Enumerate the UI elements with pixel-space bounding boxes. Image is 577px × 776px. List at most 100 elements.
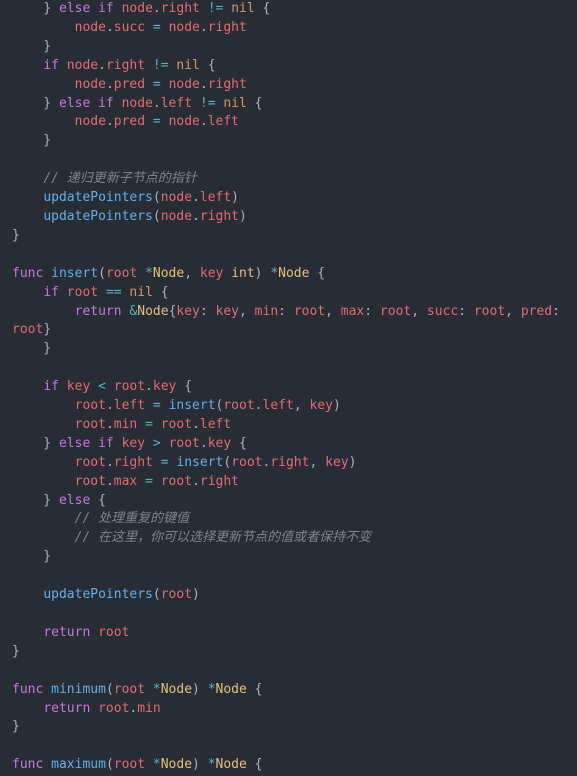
token-v: root bbox=[114, 379, 145, 394]
token-p bbox=[145, 682, 153, 697]
token-p bbox=[200, 1, 208, 16]
token-p bbox=[161, 436, 169, 451]
token-p bbox=[90, 625, 98, 640]
token-v: root bbox=[223, 398, 254, 413]
token-p: . bbox=[192, 209, 200, 224]
token-v: succ bbox=[427, 304, 458, 319]
token-p: . bbox=[98, 58, 106, 73]
token-v: key bbox=[153, 379, 176, 394]
token-v: root bbox=[474, 304, 505, 319]
token-p bbox=[90, 1, 98, 16]
token-v: root bbox=[114, 757, 145, 772]
token-p bbox=[145, 757, 153, 772]
token-nl: nil bbox=[223, 96, 246, 111]
token-p: ( bbox=[153, 587, 161, 602]
token-p bbox=[12, 209, 43, 224]
token-v: node bbox=[169, 77, 200, 92]
token-p bbox=[161, 20, 169, 35]
token-p: } bbox=[12, 549, 51, 564]
token-p bbox=[90, 701, 98, 716]
token-p: . bbox=[106, 114, 114, 129]
token-fn: maximum bbox=[51, 757, 106, 772]
token-p: . bbox=[153, 1, 161, 16]
token-p bbox=[192, 96, 200, 111]
token-p: . bbox=[153, 96, 161, 111]
token-p: ) bbox=[192, 587, 200, 602]
token-p bbox=[59, 379, 67, 394]
token-p: , bbox=[184, 266, 200, 281]
token-p bbox=[114, 436, 122, 451]
token-p bbox=[153, 455, 161, 470]
token-k: return bbox=[75, 304, 122, 319]
token-t: Node bbox=[137, 304, 168, 319]
token-p bbox=[90, 436, 98, 451]
token-v: root bbox=[98, 625, 129, 640]
token-v: key bbox=[122, 436, 145, 451]
token-p bbox=[145, 20, 153, 35]
token-p: : bbox=[458, 304, 474, 319]
token-p: , bbox=[294, 398, 310, 413]
token-op: * bbox=[208, 757, 216, 772]
token-v: succ bbox=[114, 20, 145, 35]
token-k: func bbox=[12, 682, 43, 697]
token-v: node bbox=[75, 20, 106, 35]
token-op: * bbox=[153, 682, 161, 697]
token-p bbox=[43, 682, 51, 697]
token-p bbox=[161, 114, 169, 129]
token-op: = bbox=[153, 77, 161, 92]
token-p: ) bbox=[333, 398, 341, 413]
token-t: Node bbox=[216, 682, 247, 697]
token-v: root bbox=[106, 266, 137, 281]
token-p bbox=[223, 266, 231, 281]
token-k: else bbox=[59, 436, 90, 451]
token-k: func bbox=[12, 266, 43, 281]
token-k: if bbox=[98, 96, 114, 111]
token-p bbox=[114, 1, 122, 16]
token-p bbox=[90, 96, 98, 111]
token-p: { bbox=[176, 379, 192, 394]
token-p: ) bbox=[349, 455, 357, 470]
token-v: pred bbox=[114, 77, 145, 92]
token-op: = bbox=[153, 20, 161, 35]
token-v: root bbox=[75, 455, 106, 470]
token-t: Node bbox=[153, 266, 184, 281]
token-t: Node bbox=[161, 757, 192, 772]
token-v: root bbox=[161, 474, 192, 489]
token-v: node bbox=[161, 190, 192, 205]
token-p bbox=[12, 1, 43, 16]
token-p: . bbox=[106, 455, 114, 470]
token-p bbox=[12, 625, 43, 640]
token-t: Node bbox=[161, 682, 192, 697]
token-v: node bbox=[75, 114, 106, 129]
code-editor[interactable]: } else if node.right != nil { node.succ … bbox=[0, 0, 577, 775]
token-k: else bbox=[59, 1, 90, 16]
token-p: } bbox=[12, 39, 51, 54]
token-p: { bbox=[231, 436, 247, 451]
token-p: , bbox=[239, 304, 255, 319]
token-v: node bbox=[169, 20, 200, 35]
token-p: } bbox=[12, 644, 20, 659]
token-t: Node bbox=[278, 266, 309, 281]
token-p: . bbox=[200, 114, 208, 129]
token-v: root bbox=[114, 682, 145, 697]
token-p bbox=[161, 77, 169, 92]
token-p bbox=[12, 304, 75, 319]
token-op: = bbox=[145, 417, 153, 432]
token-p: } bbox=[12, 341, 51, 356]
token-p: } bbox=[12, 719, 20, 734]
token-p bbox=[12, 285, 43, 300]
token-p: , bbox=[309, 455, 325, 470]
token-p: ( bbox=[106, 682, 114, 697]
token-v: left bbox=[263, 398, 294, 413]
token-p bbox=[137, 266, 145, 281]
token-p bbox=[153, 417, 161, 432]
token-p bbox=[12, 171, 43, 186]
token-k: return bbox=[43, 701, 90, 716]
token-p: { bbox=[153, 285, 169, 300]
token-p: { bbox=[309, 266, 325, 281]
token-v: left bbox=[161, 96, 192, 111]
token-t: Node bbox=[216, 757, 247, 772]
token-v: right bbox=[114, 455, 153, 470]
token-v: node bbox=[67, 58, 98, 73]
token-p: . bbox=[255, 398, 263, 413]
